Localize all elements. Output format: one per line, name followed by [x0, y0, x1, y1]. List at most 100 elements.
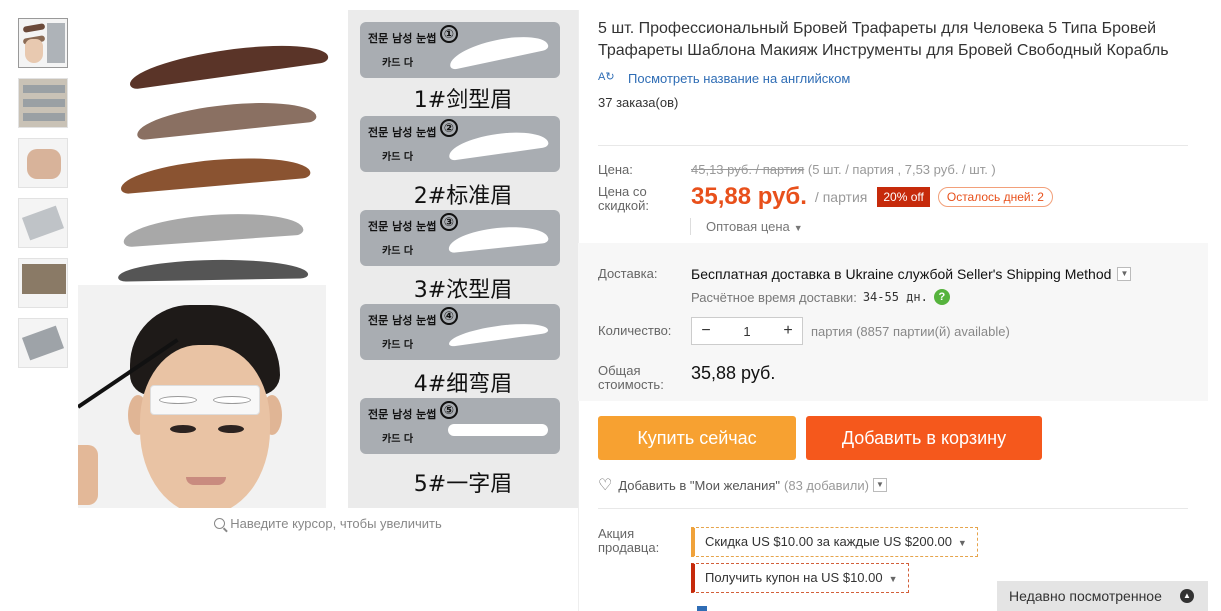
thumbnail-hand — [27, 149, 61, 179]
brow-samples — [78, 10, 348, 290]
stencil-card-label: 카드 다 — [382, 340, 414, 351]
stencil-card-label: 카드 다 — [382, 58, 414, 69]
brow-sample-dark-gray — [117, 258, 309, 282]
thumbnail-3[interactable] — [18, 138, 68, 188]
thumbnail-5[interactable] — [18, 258, 68, 308]
stencil-shape — [448, 424, 548, 436]
thumbnail-strip — [23, 113, 65, 121]
translate-link[interactable]: A↻ Посмотреть название на английском — [598, 70, 1198, 86]
seller-discount-dropdown[interactable]: Скидка US $10.00 за каждые US $200.00 ▼ — [691, 527, 978, 557]
thumbnail-box — [22, 264, 66, 294]
stencil-caption: 5#一字眉 — [413, 472, 513, 497]
stencil-caption: 4#细弯眉 — [413, 372, 513, 397]
main-product-image[interactable]: 전문 남성 눈썹 카드 다 ① 1#剑型眉 전문 남성 눈썹 카드 다 ② 2#… — [78, 10, 578, 508]
quantity-increase-button[interactable]: + — [774, 318, 802, 344]
brow-sample-taupe — [135, 95, 317, 141]
thumbnail-strip — [23, 85, 65, 93]
product-title: 5 шт. Профессиональный Бровей Трафареты … — [598, 20, 1169, 59]
help-icon[interactable]: ? — [933, 289, 950, 305]
add-to-cart-button[interactable]: Добавить в корзину — [806, 416, 1042, 460]
model-mouth — [186, 477, 226, 485]
stencil-card-label: 카드 다 — [382, 152, 414, 163]
coupon-dropdown[interactable]: Получить купон на US $10.00 ▼ — [691, 563, 909, 593]
model-hand — [78, 445, 98, 505]
stencil-shape — [447, 222, 549, 254]
translate-link-text[interactable]: Посмотреть название на английском — [628, 71, 850, 86]
heart-icon: ♡ — [598, 477, 613, 494]
stencil-number: ② — [440, 119, 458, 137]
seller-discount-text: Скидка US $10.00 за каждые US $200.00 — [705, 534, 952, 549]
quantity-label: Количество: — [598, 323, 672, 338]
original-price-detail: (5 шт. / партия , 7,53 руб. / шт. ) — [804, 162, 996, 177]
original-price-value: 45,13 руб. / партия — [691, 162, 805, 177]
total-label: Общая стоимость: — [598, 363, 664, 392]
chevron-up-icon[interactable]: ▲ — [1180, 589, 1194, 603]
stencil-panel: 전문 남성 눈썹 카드 다 ① 1#剑型眉 전문 남성 눈썹 카드 다 ② 2#… — [348, 10, 578, 508]
discount-price-value: 35,88 руб. — [691, 183, 807, 210]
chevron-down-icon: ▼ — [957, 538, 967, 548]
chevron-down-icon: ▼ — [888, 574, 898, 584]
chevron-down-icon[interactable]: ▼ — [872, 478, 887, 492]
divider — [598, 145, 1188, 146]
wholesale-price-toggle[interactable]: Оптовая цена ▼ — [690, 218, 803, 235]
total-price: 35,88 руб. — [691, 363, 776, 383]
shipping-label: Доставка: — [598, 266, 658, 281]
stencil-card-label: 카드 다 — [382, 246, 414, 257]
thumbnail-1[interactable] — [18, 18, 68, 68]
stencil-caption: 2#标准眉 — [413, 184, 513, 209]
price-label: Цена: — [598, 162, 633, 177]
orders-count: 37 заказа(ов) — [598, 95, 679, 110]
product-info: 5 шт. Профессиональный Бровей Трафареты … — [598, 18, 1198, 110]
zoom-hint: Наведите курсор, чтобы увеличить — [78, 516, 578, 531]
stencil-korean-label: 전문 남성 눈썹 — [368, 220, 437, 233]
coupon-text: Получить купон на US $10.00 — [705, 570, 883, 585]
divider — [598, 508, 1188, 509]
shipping-method[interactable]: Бесплатная доставка в Ukraine службой Se… — [691, 266, 1132, 282]
wholesale-label: Оптовая цена — [706, 219, 790, 234]
stencil-card-1: 전문 남성 눈썹 카드 다 ① — [360, 22, 560, 78]
stencil-number: ④ — [440, 307, 458, 325]
days-left-badge: Осталось дней: 2 — [937, 187, 1053, 207]
brow-sample-light-gray — [122, 208, 304, 248]
add-to-wishlist[interactable]: ♡ Добавить в "Мои желания" (83 добавили)… — [598, 475, 887, 495]
stencil-korean-label: 전문 남성 눈썹 — [368, 408, 437, 421]
thumbnail-stencil-strip — [47, 23, 65, 63]
thumbnail-4[interactable] — [18, 198, 68, 248]
stencil-shape — [447, 319, 549, 347]
chevron-down-icon[interactable]: ▼ — [1117, 267, 1132, 281]
thumbnail-card — [21, 205, 65, 241]
quantity-stepper: − 1 + — [691, 317, 803, 345]
stencil-number: ③ — [440, 213, 458, 231]
delivery-time-label: Расчётное время доставки: — [691, 289, 857, 305]
stencil-caption: 3#浓型眉 — [413, 278, 513, 303]
thumbnail-card — [21, 325, 65, 361]
thumbnail-2[interactable] — [18, 78, 68, 128]
delivery-time: Расчётное время доставки: 34-55 дн. ? — [691, 289, 950, 305]
zoom-hint-text: Наведите курсор, чтобы увеличить — [230, 516, 442, 531]
discount-price: 35,88 руб. / партия 20% off Осталось дне… — [691, 183, 1053, 211]
thumbnail-face — [25, 39, 43, 63]
translate-icon: A↻ — [598, 71, 615, 83]
quantity-input[interactable]: 1 — [720, 324, 774, 339]
delivery-time-value: 34-55 дн. — [862, 290, 928, 304]
shipping-method-text: Бесплатная доставка в Ukraine службой Se… — [691, 266, 1112, 282]
stencil-cutout — [159, 396, 197, 404]
brow-sample-auburn — [119, 151, 311, 195]
wishlist-count: (83 добавили) — [784, 477, 869, 493]
model-eye — [218, 425, 244, 433]
stencil-number: ⑤ — [440, 401, 458, 419]
seller-promo-label: Акция продавца: — [598, 526, 660, 555]
partial-icon — [697, 606, 707, 611]
buy-now-button[interactable]: Купить сейчас — [598, 416, 796, 460]
stencil-cutout — [213, 396, 251, 404]
stencil-shape — [447, 29, 549, 71]
recently-viewed-bar[interactable]: Недавно посмотренное ▲ — [997, 581, 1208, 611]
stencil-caption: 1#剑型眉 — [413, 88, 513, 113]
wishlist-label: Добавить в "Мои желания" — [618, 477, 781, 493]
quantity-decrease-button[interactable]: − — [692, 318, 720, 344]
thumbnail-6[interactable] — [18, 318, 68, 368]
discount-price-label: Цена со скидкой: — [598, 184, 649, 213]
discount-badge: 20% off — [877, 187, 930, 207]
quantity-available: партия (8857 партии(й) available) — [811, 324, 1010, 339]
thumbnail-brow-shape — [22, 23, 46, 33]
